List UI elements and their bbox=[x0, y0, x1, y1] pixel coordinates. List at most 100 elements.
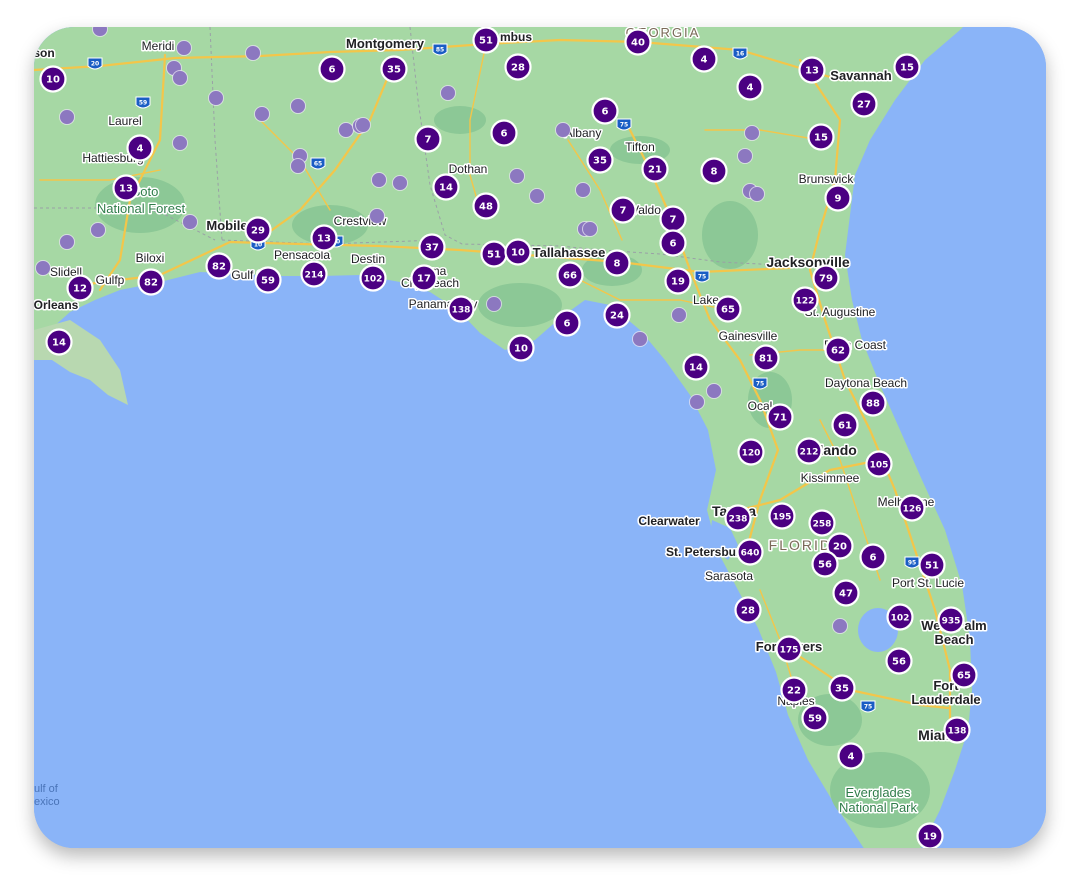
cluster-marker[interactable]: 238 bbox=[724, 504, 752, 532]
cluster-circle[interactable] bbox=[937, 606, 965, 634]
cluster-marker[interactable]: 82 bbox=[205, 252, 233, 280]
cluster-marker[interactable]: 15 bbox=[893, 53, 921, 81]
cluster-marker[interactable]: 62 bbox=[824, 336, 852, 364]
cluster-circle[interactable] bbox=[768, 502, 796, 530]
cluster-circle[interactable] bbox=[831, 411, 859, 439]
location-marker[interactable] bbox=[254, 106, 270, 122]
location-marker[interactable] bbox=[832, 618, 848, 634]
cluster-marker[interactable]: 4 bbox=[837, 742, 865, 770]
cluster-circle[interactable] bbox=[410, 264, 438, 292]
cluster-circle[interactable] bbox=[837, 742, 865, 770]
location-marker[interactable] bbox=[749, 186, 765, 202]
cluster-marker[interactable]: 88 bbox=[859, 389, 887, 417]
cluster-circle[interactable] bbox=[824, 184, 852, 212]
cluster-marker[interactable]: 7 bbox=[659, 205, 687, 233]
cluster-circle[interactable] bbox=[943, 716, 971, 744]
cluster-marker[interactable]: 8 bbox=[603, 249, 631, 277]
location-marker[interactable] bbox=[392, 175, 408, 191]
cluster-circle[interactable] bbox=[480, 240, 508, 268]
cluster-circle[interactable] bbox=[714, 295, 742, 323]
cluster-marker[interactable]: 17 bbox=[410, 264, 438, 292]
cluster-marker[interactable]: 6 bbox=[591, 97, 619, 125]
cluster-circle[interactable] bbox=[766, 403, 794, 431]
location-marker[interactable] bbox=[59, 234, 75, 250]
cluster-circle[interactable] bbox=[112, 174, 140, 202]
cluster-circle[interactable] bbox=[414, 125, 442, 153]
cluster-circle[interactable] bbox=[828, 674, 856, 702]
cluster-marker[interactable]: 24 bbox=[603, 301, 631, 329]
location-marker[interactable] bbox=[208, 90, 224, 106]
cluster-marker[interactable]: 82 bbox=[137, 268, 165, 296]
map-view[interactable]: 20 59 65 85 16 75 75 75 75 95 10 Montgom… bbox=[34, 27, 1046, 848]
cluster-circle[interactable] bbox=[690, 45, 718, 73]
cluster-circle[interactable] bbox=[893, 53, 921, 81]
cluster-circle[interactable] bbox=[418, 233, 446, 261]
location-marker[interactable] bbox=[632, 331, 648, 347]
cluster-circle[interactable] bbox=[205, 252, 233, 280]
cluster-marker[interactable]: 122 bbox=[791, 286, 819, 314]
cluster-marker[interactable]: 8 bbox=[700, 157, 728, 185]
cluster-circle[interactable] bbox=[603, 249, 631, 277]
cluster-circle[interactable] bbox=[137, 268, 165, 296]
cluster-marker[interactable]: 37 bbox=[418, 233, 446, 261]
cluster-circle[interactable] bbox=[490, 119, 518, 147]
cluster-marker[interactable]: 102 bbox=[886, 603, 914, 631]
cluster-marker[interactable]: 14 bbox=[45, 328, 73, 356]
cluster-marker[interactable]: 13 bbox=[112, 174, 140, 202]
location-marker[interactable] bbox=[290, 98, 306, 114]
cluster-circle[interactable] bbox=[39, 65, 67, 93]
cluster-circle[interactable] bbox=[791, 286, 819, 314]
cluster-marker[interactable]: 29 bbox=[244, 216, 272, 244]
cluster-circle[interactable] bbox=[244, 216, 272, 244]
cluster-marker[interactable]: 19 bbox=[664, 267, 692, 295]
cluster-marker[interactable]: 195 bbox=[768, 502, 796, 530]
cluster-marker[interactable]: 138 bbox=[943, 716, 971, 744]
cluster-circle[interactable] bbox=[700, 157, 728, 185]
cluster-marker[interactable]: 6 bbox=[490, 119, 518, 147]
cluster-circle[interactable] bbox=[832, 579, 860, 607]
cluster-circle[interactable] bbox=[795, 437, 823, 465]
cluster-marker[interactable]: 15 bbox=[807, 123, 835, 151]
cluster-circle[interactable] bbox=[916, 822, 944, 849]
cluster-circle[interactable] bbox=[659, 205, 687, 233]
cluster-marker[interactable]: 65 bbox=[714, 295, 742, 323]
cluster-circle[interactable] bbox=[865, 450, 893, 478]
cluster-circle[interactable] bbox=[45, 328, 73, 356]
cluster-marker[interactable]: 4 bbox=[690, 45, 718, 73]
cluster-marker[interactable]: 102 bbox=[359, 264, 387, 292]
location-marker[interactable] bbox=[555, 122, 571, 138]
cluster-marker[interactable]: 13 bbox=[310, 224, 338, 252]
cluster-circle[interactable] bbox=[811, 550, 839, 578]
cluster-marker[interactable]: 12 bbox=[66, 274, 94, 302]
cluster-marker[interactable]: 79 bbox=[812, 264, 840, 292]
cluster-circle[interactable] bbox=[659, 229, 687, 257]
cluster-circle[interactable] bbox=[850, 90, 878, 118]
cluster-circle[interactable] bbox=[504, 238, 532, 266]
cluster-marker[interactable]: 35 bbox=[586, 146, 614, 174]
cluster-marker[interactable]: 212 bbox=[795, 437, 823, 465]
location-marker[interactable] bbox=[744, 125, 760, 141]
cluster-circle[interactable] bbox=[380, 55, 408, 83]
cluster-circle[interactable] bbox=[886, 603, 914, 631]
cluster-marker[interactable]: 28 bbox=[504, 53, 532, 81]
map-canvas[interactable]: 20 59 65 85 16 75 75 75 75 95 10 Montgom… bbox=[34, 27, 1046, 848]
cluster-circle[interactable] bbox=[472, 192, 500, 220]
cluster-circle[interactable] bbox=[664, 267, 692, 295]
cluster-marker[interactable]: 138 bbox=[447, 295, 475, 323]
cluster-marker[interactable]: 19 bbox=[916, 822, 944, 849]
cluster-marker[interactable]: 126 bbox=[898, 494, 926, 522]
cluster-circle[interactable] bbox=[682, 353, 710, 381]
location-marker[interactable] bbox=[706, 383, 722, 399]
cluster-circle[interactable] bbox=[808, 509, 836, 537]
cluster-circle[interactable] bbox=[859, 389, 887, 417]
cluster-circle[interactable] bbox=[724, 504, 752, 532]
cluster-marker[interactable]: 65 bbox=[950, 661, 978, 689]
cluster-circle[interactable] bbox=[553, 309, 581, 337]
cluster-marker[interactable]: 10 bbox=[504, 238, 532, 266]
location-marker[interactable] bbox=[290, 158, 306, 174]
cluster-circle[interactable] bbox=[432, 173, 460, 201]
location-marker[interactable] bbox=[245, 45, 261, 61]
location-marker[interactable] bbox=[575, 182, 591, 198]
cluster-marker[interactable]: 9 bbox=[824, 184, 852, 212]
cluster-marker[interactable]: 47 bbox=[832, 579, 860, 607]
